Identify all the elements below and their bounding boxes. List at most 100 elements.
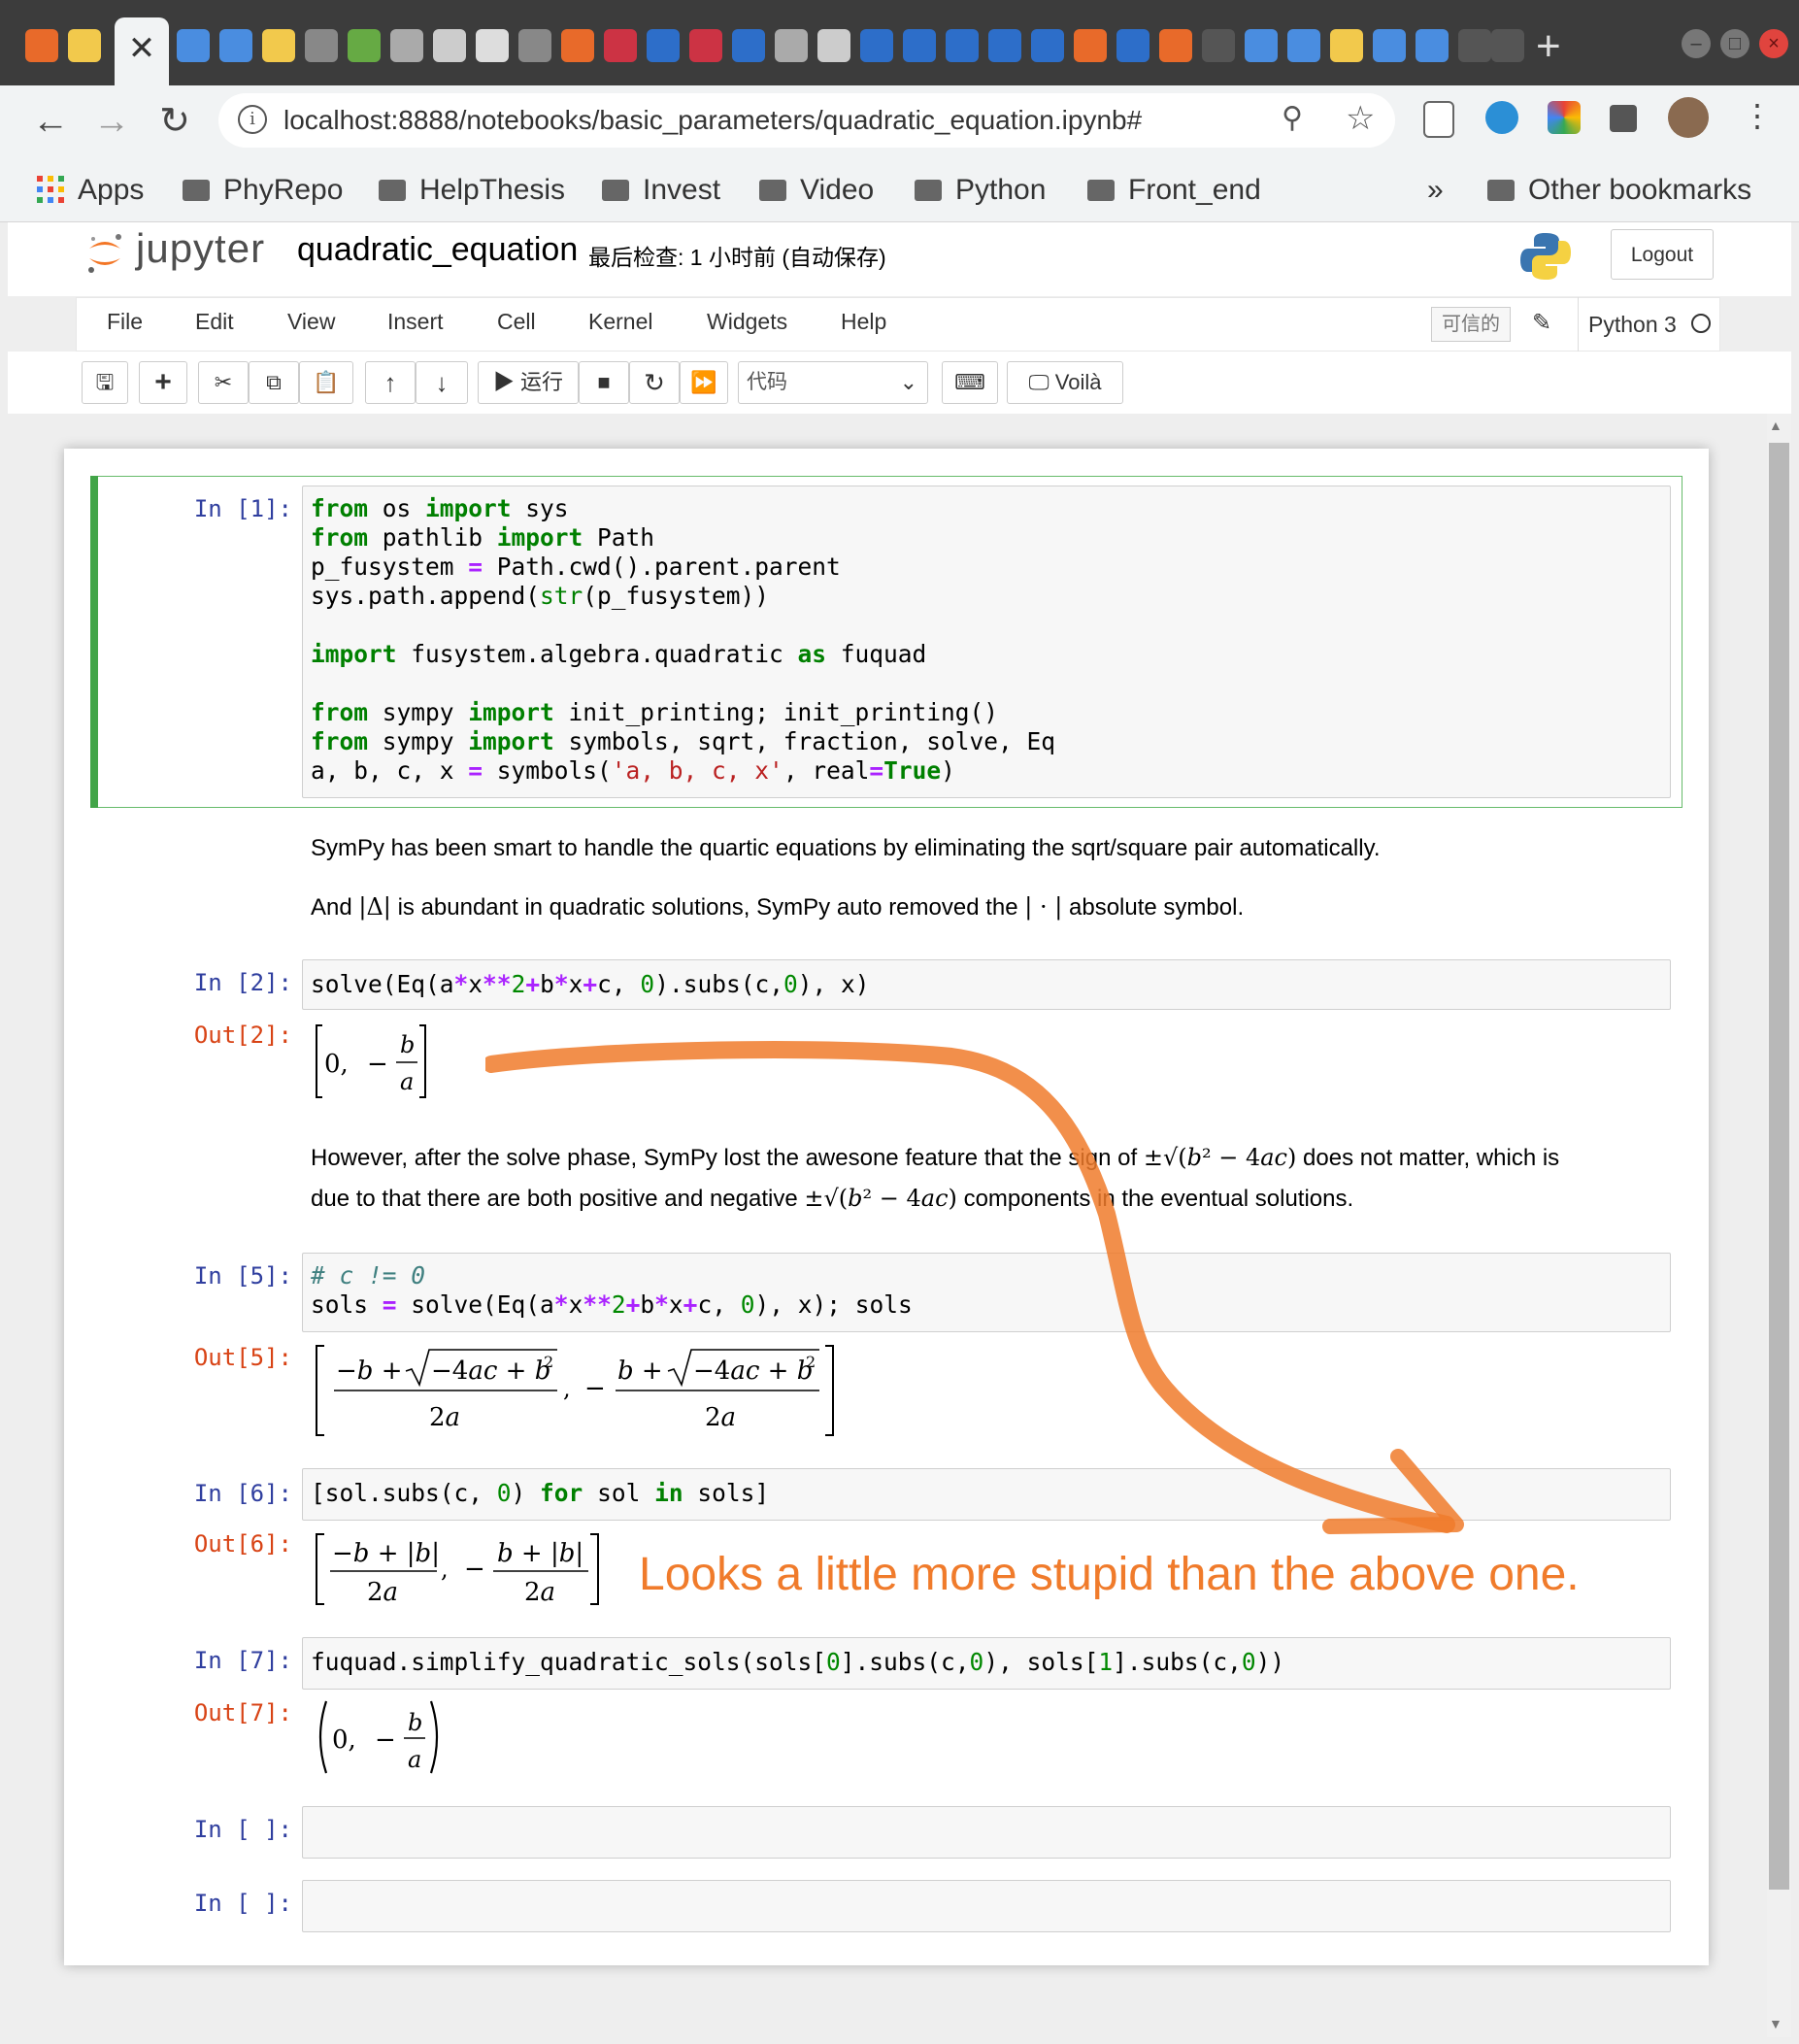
python-tab-icon[interactable] — [1330, 29, 1363, 62]
menu-insert[interactable]: Insert — [387, 309, 444, 335]
menu-cell[interactable]: Cell — [497, 309, 536, 335]
tab-icon[interactable] — [1074, 29, 1107, 62]
bookmark-invest[interactable]: Invest — [602, 169, 720, 212]
code-input[interactable]: fuquad.simplify_quadratic_sols(sols[0].s… — [302, 1637, 1671, 1690]
tab-icon[interactable] — [1245, 29, 1278, 62]
tab-icon[interactable] — [219, 29, 252, 62]
pencil-icon[interactable]: ✎ — [1532, 309, 1551, 337]
menu-help[interactable]: Help — [841, 309, 886, 335]
output-prompt: Out[6]: — [193, 1530, 292, 1558]
window-close-icon[interactable]: × — [1759, 29, 1788, 58]
back-arrow-icon[interactable]: ← — [26, 97, 75, 146]
stackoverflow-tab-icon[interactable] — [1159, 29, 1192, 62]
code-input[interactable]: solve(Eq(a*x**2+b*x+c, 0).subs(c,0), x) — [302, 959, 1671, 1010]
fast-forward-icon[interactable]: ⏩ — [680, 361, 728, 404]
info-icon[interactable]: i — [238, 105, 267, 134]
stop-icon[interactable]: ■ — [579, 361, 629, 404]
tab-icon[interactable] — [1287, 29, 1320, 62]
close-tab-icon[interactable]: ✕ — [126, 29, 157, 68]
page-extension-icon[interactable] — [1423, 101, 1454, 138]
jupyter-logo-text[interactable]: jupyter — [136, 225, 265, 272]
tab-icon[interactable] — [860, 29, 893, 62]
tab-icon[interactable] — [390, 29, 423, 62]
logout-button[interactable]: Logout — [1611, 229, 1714, 280]
tab-icon[interactable] — [1491, 29, 1524, 62]
bookmark-helpthesis[interactable]: HelpThesis — [379, 169, 565, 212]
tab-icon[interactable] — [775, 29, 808, 62]
bookmark-python[interactable]: Python — [915, 169, 1046, 212]
te-tab-icon[interactable] — [604, 29, 637, 62]
tab-icon[interactable] — [1416, 29, 1449, 62]
paste-icon[interactable]: 📋 — [299, 361, 353, 404]
notebook-name[interactable]: quadratic_equation — [297, 231, 578, 269]
tab-icon[interactable] — [1202, 29, 1235, 62]
tab-icon[interactable] — [1458, 29, 1491, 62]
restart-icon[interactable]: ↻ — [629, 361, 680, 404]
bookmark-video[interactable]: Video — [759, 169, 874, 212]
bookmarks-overflow-button[interactable]: » — [1427, 169, 1444, 212]
jupyter-tab-icon[interactable] — [25, 29, 58, 62]
colorpicker-extension-icon[interactable] — [1548, 101, 1581, 134]
profile-avatar[interactable] — [1668, 97, 1709, 138]
move-down-icon[interactable]: ↓ — [416, 361, 468, 404]
globe-tab-icon[interactable] — [518, 29, 551, 62]
tab-icon[interactable] — [433, 29, 466, 62]
new-tab-button[interactable]: + — [1536, 25, 1561, 68]
stackoverflow-tab-icon[interactable] — [561, 29, 594, 62]
move-up-icon[interactable]: ↑ — [365, 361, 416, 404]
bookmark-phyrepo[interactable]: PhyRepo — [183, 169, 343, 212]
menu-kernel[interactable]: Kernel — [588, 309, 652, 335]
menu-view[interactable]: View — [287, 309, 335, 335]
reload-icon[interactable]: ↻ — [150, 97, 199, 146]
tab-icon[interactable] — [732, 29, 765, 62]
scrollbar-thumb[interactable] — [1769, 443, 1789, 1890]
bing-tab-icon[interactable] — [1116, 29, 1149, 62]
puzzle-extensions-icon[interactable] — [1610, 105, 1637, 132]
cell-type-select[interactable]: 代码 ⌄ — [738, 361, 928, 404]
insert-cell-icon[interactable]: + — [139, 361, 187, 404]
tab-icon[interactable] — [689, 29, 722, 62]
tab-icon[interactable] — [348, 29, 381, 62]
bing-tab-icon[interactable] — [946, 29, 979, 62]
trusted-badge[interactable]: 可信的 — [1431, 307, 1511, 342]
linkedin-tab-icon[interactable] — [903, 29, 936, 62]
run-button[interactable]: ▶ 运行 — [478, 361, 579, 404]
python-tab-icon[interactable] — [262, 29, 295, 62]
maximize-icon[interactable]: □ — [1720, 29, 1749, 58]
code-input[interactable] — [302, 1806, 1671, 1859]
bookmark-star-icon[interactable]: ☆ — [1346, 99, 1375, 138]
tab-icon[interactable] — [647, 29, 680, 62]
tab-icon[interactable] — [1373, 29, 1406, 62]
copy-icon[interactable]: ⧉ — [249, 361, 299, 404]
menu-widgets[interactable]: Widgets — [707, 309, 787, 335]
scroll-down-icon[interactable]: ▼ — [1769, 2016, 1782, 2031]
tab-icon[interactable] — [476, 29, 509, 62]
code-input[interactable] — [302, 1880, 1671, 1932]
linkedin-tab-icon[interactable] — [1031, 29, 1064, 62]
browser-menu-icon[interactable]: ⋮ — [1742, 100, 1773, 134]
other-bookmarks[interactable]: Other bookmarks — [1487, 169, 1751, 212]
zoom-icon[interactable]: ⚲ — [1282, 101, 1303, 135]
bookmark-apps[interactable]: Apps — [37, 169, 144, 212]
code-input[interactable]: from os import sys from pathlib import P… — [302, 486, 1671, 798]
voila-button[interactable]: 🖵 Voilà — [1007, 361, 1123, 404]
forward-arrow-icon[interactable]: → — [87, 97, 136, 146]
cut-icon[interactable]: ✂ — [198, 361, 249, 404]
save-icon[interactable]: 🖫 — [82, 361, 128, 404]
globe-tab-icon[interactable] — [305, 29, 338, 62]
menu-edit[interactable]: Edit — [195, 309, 234, 335]
keyboard-icon[interactable]: ⌨ — [942, 361, 998, 404]
bookmark-front-end[interactable]: Front_end — [1087, 169, 1261, 212]
scroll-up-icon[interactable]: ▲ — [1769, 418, 1782, 433]
svg-text:−: − — [464, 1555, 485, 1584]
extension-icon[interactable] — [1485, 101, 1518, 134]
tab-icon[interactable] — [177, 29, 210, 62]
tab-icon[interactable] — [817, 29, 850, 62]
filezilla-tab-icon[interactable] — [988, 29, 1021, 62]
jupyter-logo-icon[interactable] — [85, 231, 124, 276]
menu-file[interactable]: File — [107, 309, 143, 335]
minimize-icon[interactable]: – — [1682, 29, 1711, 58]
book-tab-icon[interactable] — [68, 29, 101, 62]
kernel-name[interactable]: Python 3 — [1578, 297, 1677, 352]
address-url[interactable]: localhost:8888/notebooks/basic_parameter… — [283, 101, 1142, 140]
